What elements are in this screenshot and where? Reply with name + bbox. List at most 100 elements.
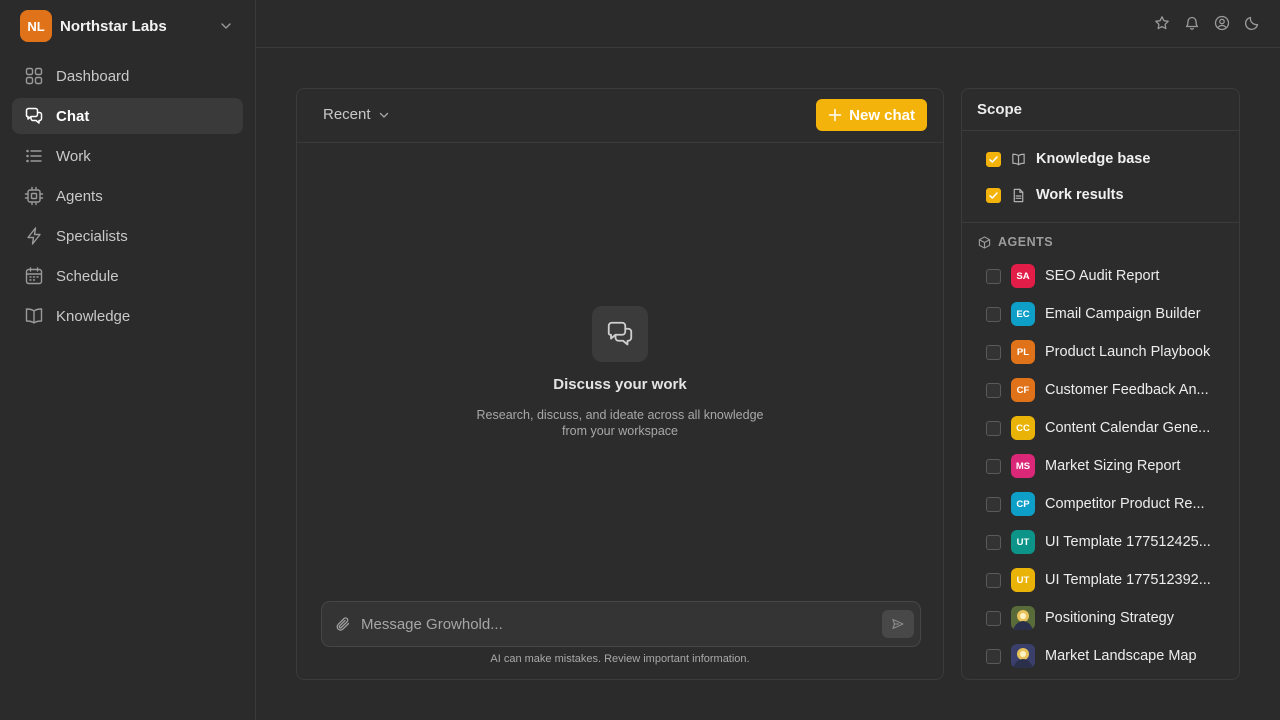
agent-name: Customer Feedback An... xyxy=(1045,382,1209,398)
sidebar-item-dashboard[interactable]: Dashboard xyxy=(12,58,243,94)
new-chat-label: New chat xyxy=(849,106,915,124)
agents-heading: AGENTS xyxy=(962,223,1239,249)
agent-checkbox[interactable] xyxy=(986,610,1001,626)
sidebar-item-label: Dashboard xyxy=(56,67,130,85)
lightning-icon xyxy=(24,226,44,246)
chat-header: Recent New chat xyxy=(297,89,943,143)
scope-sources: Knowledge base Work results xyxy=(962,131,1239,223)
empty-state: Discuss your work Research, discuss, and… xyxy=(297,306,943,439)
agent-name: UI Template 177512392... xyxy=(1045,572,1211,588)
agent-row[interactable]: CP Competitor Product Re... xyxy=(962,485,1239,523)
agent-name: Product Launch Playbook xyxy=(1045,344,1211,360)
scope-knowledge-base[interactable]: Knowledge base xyxy=(962,141,1239,177)
agent-row[interactable]: SA SEO Audit Report xyxy=(962,257,1239,295)
paperclip-icon[interactable] xyxy=(335,616,351,632)
work-results-checkbox[interactable] xyxy=(986,187,1001,203)
agent-row[interactable]: MS Market Sizing Report xyxy=(962,447,1239,485)
agent-badge: EC xyxy=(1011,302,1035,326)
new-chat-button[interactable]: New chat xyxy=(816,99,927,131)
sidebar-item-label: Work xyxy=(56,147,91,165)
chat-panel: Recent New chat Discuss your work Resear… xyxy=(296,88,944,680)
scope-title: Scope xyxy=(962,89,1239,131)
empty-state-title: Discuss your work xyxy=(553,376,687,393)
chat-icon xyxy=(592,306,648,362)
moon-icon[interactable] xyxy=(1244,15,1260,31)
scope-panel: Scope Knowledge base Work results AGENTS xyxy=(961,88,1240,680)
user-icon[interactable] xyxy=(1214,15,1230,31)
agent-row[interactable]: PL Product Launch Playbook xyxy=(962,333,1239,371)
agent-row[interactable]: UT UI Template 177512392... xyxy=(962,561,1239,599)
org-name: Northstar Labs xyxy=(60,17,167,35)
agent-checkbox[interactable] xyxy=(986,420,1001,436)
send-icon xyxy=(891,617,905,631)
sidebar-item-label: Agents xyxy=(56,187,103,205)
book-icon xyxy=(1011,152,1026,167)
sidebar-item-chat[interactable]: Chat xyxy=(12,98,243,134)
agent-row[interactable]: EC Email Campaign Builder xyxy=(962,295,1239,333)
plus-icon xyxy=(828,108,842,122)
agent-badge: MS xyxy=(1011,454,1035,478)
agent-name: UI Template 177512425... xyxy=(1045,534,1211,550)
work-results-label: Work results xyxy=(1036,187,1124,203)
grid-icon xyxy=(24,66,44,86)
recent-dropdown[interactable]: Recent xyxy=(323,106,391,123)
agent-avatar-image xyxy=(1011,606,1035,630)
agent-checkbox[interactable] xyxy=(986,458,1001,474)
org-switcher[interactable]: NL Northstar Labs xyxy=(20,10,240,42)
agent-row[interactable]: CF Customer Feedback An... xyxy=(962,371,1239,409)
scope-work-results[interactable]: Work results xyxy=(962,177,1239,213)
agent-checkbox[interactable] xyxy=(986,534,1001,550)
agent-badge: CP xyxy=(1011,492,1035,516)
agent-checkbox[interactable] xyxy=(986,572,1001,588)
agent-row[interactable]: Positioning Strategy xyxy=(962,599,1239,637)
agent-checkbox[interactable] xyxy=(986,496,1001,512)
agent-checkbox[interactable] xyxy=(986,382,1001,398)
agent-name: Positioning Strategy xyxy=(1045,610,1174,626)
chevron-down-icon[interactable] xyxy=(218,18,234,34)
message-composer xyxy=(321,601,921,647)
sidebar-item-schedule[interactable]: Schedule xyxy=(12,258,243,294)
agent-checkbox[interactable] xyxy=(986,268,1001,284)
book-icon xyxy=(24,306,44,326)
sidebar: NL Northstar Labs Dashboard Chat Work Ag… xyxy=(0,0,256,720)
message-input[interactable] xyxy=(361,615,882,633)
bell-icon[interactable] xyxy=(1184,15,1200,31)
agent-badge: CF xyxy=(1011,378,1035,402)
agent-badge: SA xyxy=(1011,264,1035,288)
agent-row[interactable]: Market Landscape Map xyxy=(962,637,1239,675)
agent-row[interactable]: CC Content Calendar Gene... xyxy=(962,409,1239,447)
agent-name: Content Calendar Gene... xyxy=(1045,420,1211,436)
agent-badge: CC xyxy=(1011,416,1035,440)
agents-heading-label: AGENTS xyxy=(998,235,1054,249)
star-icon[interactable] xyxy=(1154,15,1170,31)
agent-name: Market Landscape Map xyxy=(1045,648,1197,664)
agent-checkbox[interactable] xyxy=(986,306,1001,322)
agent-name: Competitor Product Re... xyxy=(1045,496,1205,512)
knowledge-base-label: Knowledge base xyxy=(1036,151,1151,167)
sidebar-item-label: Schedule xyxy=(56,267,119,285)
knowledge-base-checkbox[interactable] xyxy=(986,151,1001,167)
agent-badge: PL xyxy=(1011,340,1035,364)
sidebar-item-label: Chat xyxy=(56,107,90,125)
agent-name: SEO Audit Report xyxy=(1045,268,1160,284)
agent-badge: UT xyxy=(1011,530,1035,554)
chevron-down-icon xyxy=(377,108,391,122)
top-bar xyxy=(256,0,1280,48)
sidebar-item-work[interactable]: Work xyxy=(12,138,243,174)
sidebar-item-label: Knowledge xyxy=(56,307,131,325)
agent-checkbox[interactable] xyxy=(986,344,1001,360)
sidebar-nav: Dashboard Chat Work Agents Specialists S… xyxy=(12,58,243,338)
sidebar-item-specialists[interactable]: Specialists xyxy=(12,218,243,254)
agent-name: Email Campaign Builder xyxy=(1045,306,1201,322)
send-button[interactable] xyxy=(882,610,914,638)
sidebar-item-agents[interactable]: Agents xyxy=(12,178,243,214)
document-icon xyxy=(1011,188,1026,203)
sidebar-item-knowledge[interactable]: Knowledge xyxy=(12,298,243,334)
agent-checkbox[interactable] xyxy=(986,648,1001,664)
recent-label: Recent xyxy=(323,106,371,123)
agent-avatar-image xyxy=(1011,644,1035,668)
calendar-icon xyxy=(24,266,44,286)
sidebar-item-label: Specialists xyxy=(56,227,128,245)
agent-row[interactable]: UT UI Template 177512425... xyxy=(962,523,1239,561)
cpu-icon xyxy=(24,186,44,206)
